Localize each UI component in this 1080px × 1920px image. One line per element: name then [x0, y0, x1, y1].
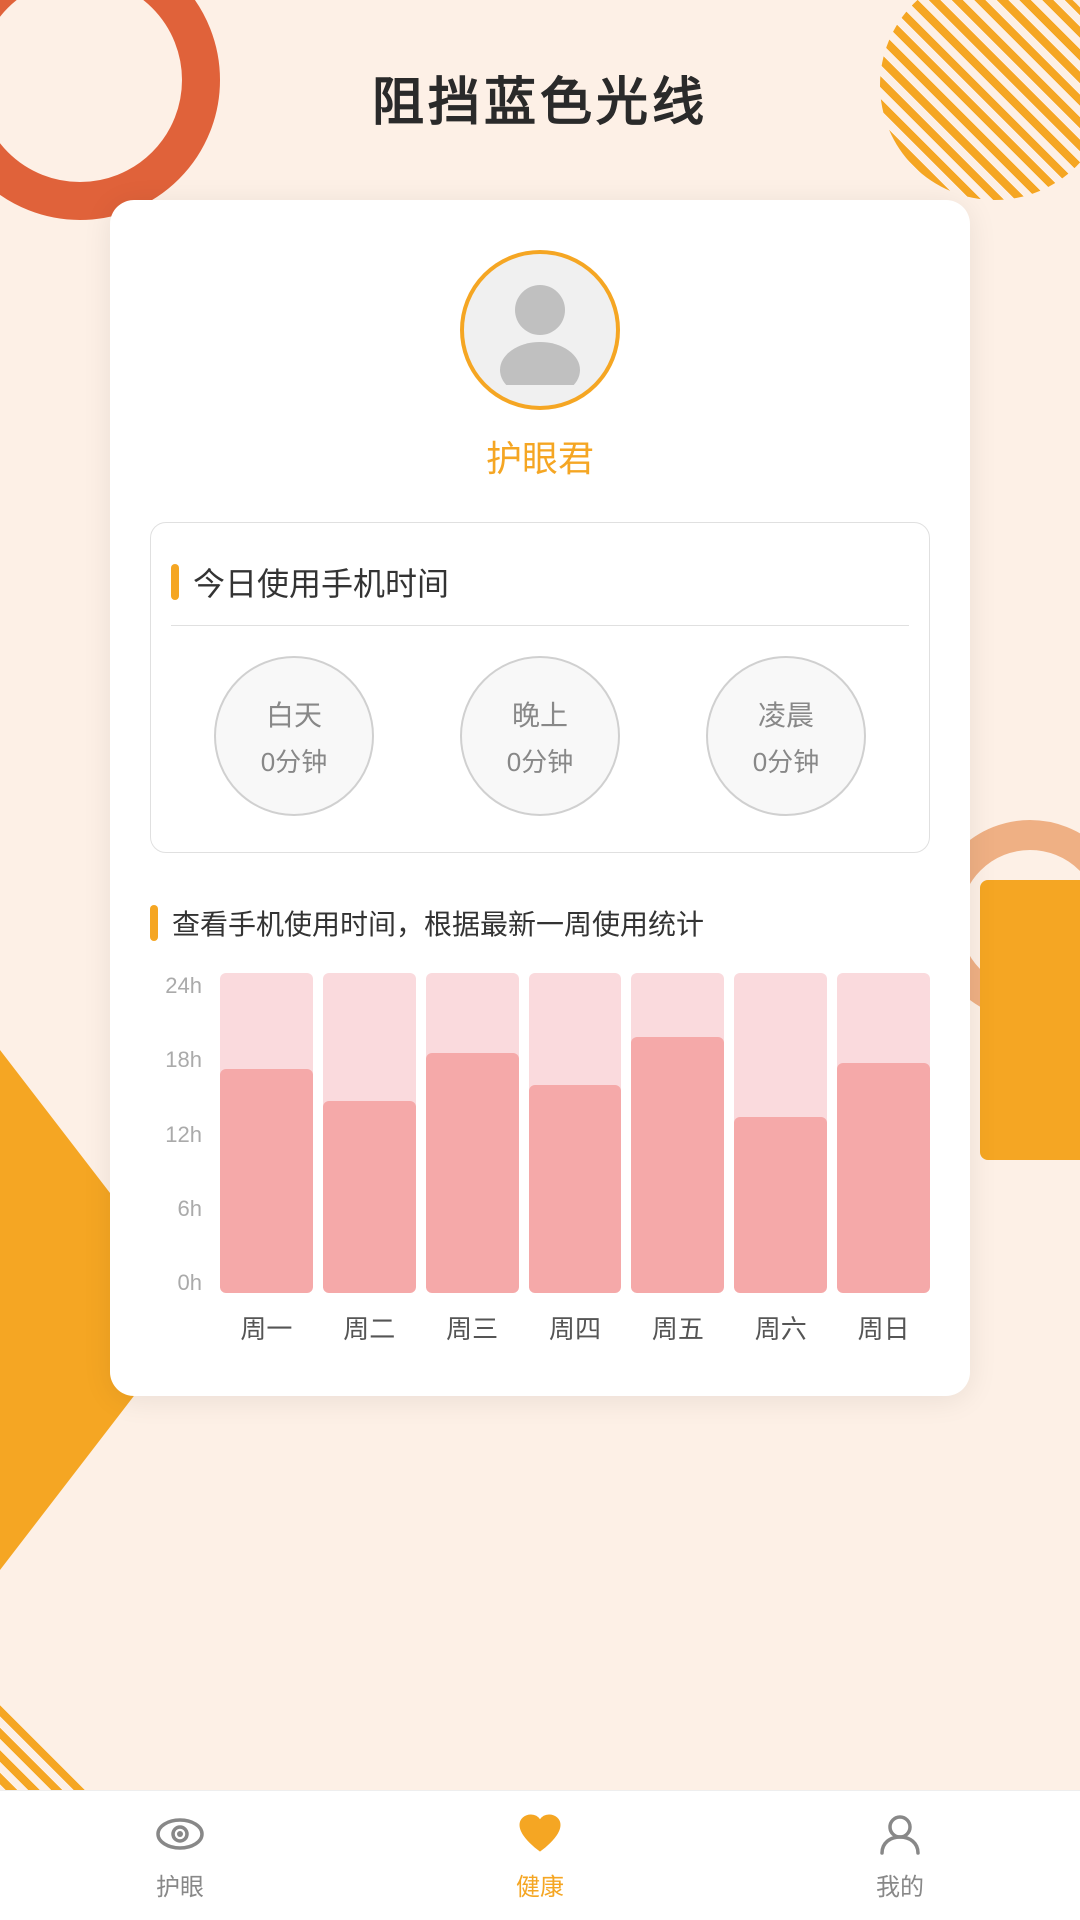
- bar-sat: [734, 973, 827, 1293]
- bar-mon-fill: [220, 1069, 313, 1293]
- evening-label: 晚上: [512, 694, 568, 734]
- y-label-0: 0h: [178, 1270, 202, 1296]
- bar-fri: [631, 973, 724, 1293]
- dawn-value: 0分钟: [753, 742, 819, 779]
- y-label-18: 18h: [165, 1047, 202, 1073]
- bottom-nav: 护眼 健康 我的: [0, 1790, 1080, 1920]
- section-bar-1: [171, 564, 179, 600]
- bar-tue-fill: [323, 1101, 416, 1293]
- weekly-chart-title: 查看手机使用时间，根据最新一周使用统计: [172, 903, 704, 943]
- bar-sun-fill: [837, 1063, 930, 1293]
- y-label-6: 6h: [178, 1196, 202, 1222]
- usage-circle-dawn: 凌晨 0分钟: [706, 656, 866, 816]
- bar-thu: [529, 973, 622, 1293]
- chart-y-labels: 24h 18h 12h 6h 0h: [150, 973, 210, 1296]
- bar-tue: [323, 973, 416, 1293]
- bar-sun: [837, 973, 930, 1293]
- section-bar-2: [150, 905, 158, 941]
- nav-label-health: 健康: [516, 1867, 564, 1902]
- avatar[interactable]: [460, 250, 620, 410]
- nav-label-mine: 我的: [876, 1867, 924, 1902]
- x-label-thu: 周四: [529, 1309, 622, 1346]
- usage-circle-daytime: 白天 0分钟: [214, 656, 374, 816]
- dawn-label: 凌晨: [758, 694, 814, 734]
- avatar-section: 护眼君: [150, 250, 930, 482]
- x-label-tue: 周二: [323, 1309, 416, 1346]
- usage-circle-evening: 晚上 0分钟: [460, 656, 620, 816]
- daytime-label: 白天: [266, 694, 322, 734]
- chart-area: 24h 18h 12h 6h 0h: [150, 973, 930, 1346]
- heart-icon: [515, 1809, 565, 1859]
- y-label-24: 24h: [165, 973, 202, 999]
- bar-sat-fill: [734, 1117, 827, 1293]
- x-label-sun: 周日: [837, 1309, 930, 1346]
- nav-item-health[interactable]: 健康: [515, 1809, 565, 1902]
- bar-wed-fill: [426, 1053, 519, 1293]
- evening-value: 0分钟: [507, 742, 573, 779]
- daytime-value: 0分钟: [261, 742, 327, 779]
- usage-circles: 白天 0分钟 晚上 0分钟 凌晨 0分钟: [171, 656, 909, 816]
- bar-mon: [220, 973, 313, 1293]
- page-title: 阻挡蓝色光线: [0, 60, 1080, 135]
- main-card: 护眼君 今日使用手机时间 白天 0分钟 晚上 0分钟 凌晨 0分钟 查看手机使: [110, 200, 970, 1396]
- today-usage-title: 今日使用手机时间: [193, 559, 449, 605]
- eye-icon: [155, 1809, 205, 1859]
- chart-x-labels: 周一 周二 周三 周四 周五 周六 周日: [220, 1309, 930, 1346]
- person-icon: [875, 1809, 925, 1859]
- x-label-mon: 周一: [220, 1309, 313, 1346]
- x-label-wed: 周三: [426, 1309, 519, 1346]
- chart-bars: [220, 973, 930, 1293]
- y-label-12: 12h: [165, 1122, 202, 1148]
- bar-fri-fill: [631, 1037, 724, 1293]
- deco-orange-rect: [980, 880, 1080, 1160]
- x-label-sat: 周六: [734, 1309, 827, 1346]
- usage-title-row: 今日使用手机时间: [171, 559, 909, 626]
- nav-label-eye: 护眼: [156, 1867, 204, 1902]
- weekly-chart-section: 查看手机使用时间，根据最新一周使用统计 24h 18h 12h 6h 0h: [150, 903, 930, 1346]
- avatar-icon: [464, 254, 616, 406]
- today-usage-box: 今日使用手机时间 白天 0分钟 晚上 0分钟 凌晨 0分钟: [150, 522, 930, 853]
- nav-item-eye[interactable]: 护眼: [155, 1809, 205, 1902]
- username: 护眼君: [486, 430, 594, 482]
- nav-item-mine[interactable]: 我的: [875, 1809, 925, 1902]
- bar-wed: [426, 973, 519, 1293]
- x-label-fri: 周五: [631, 1309, 724, 1346]
- bar-thu-fill: [529, 1085, 622, 1293]
